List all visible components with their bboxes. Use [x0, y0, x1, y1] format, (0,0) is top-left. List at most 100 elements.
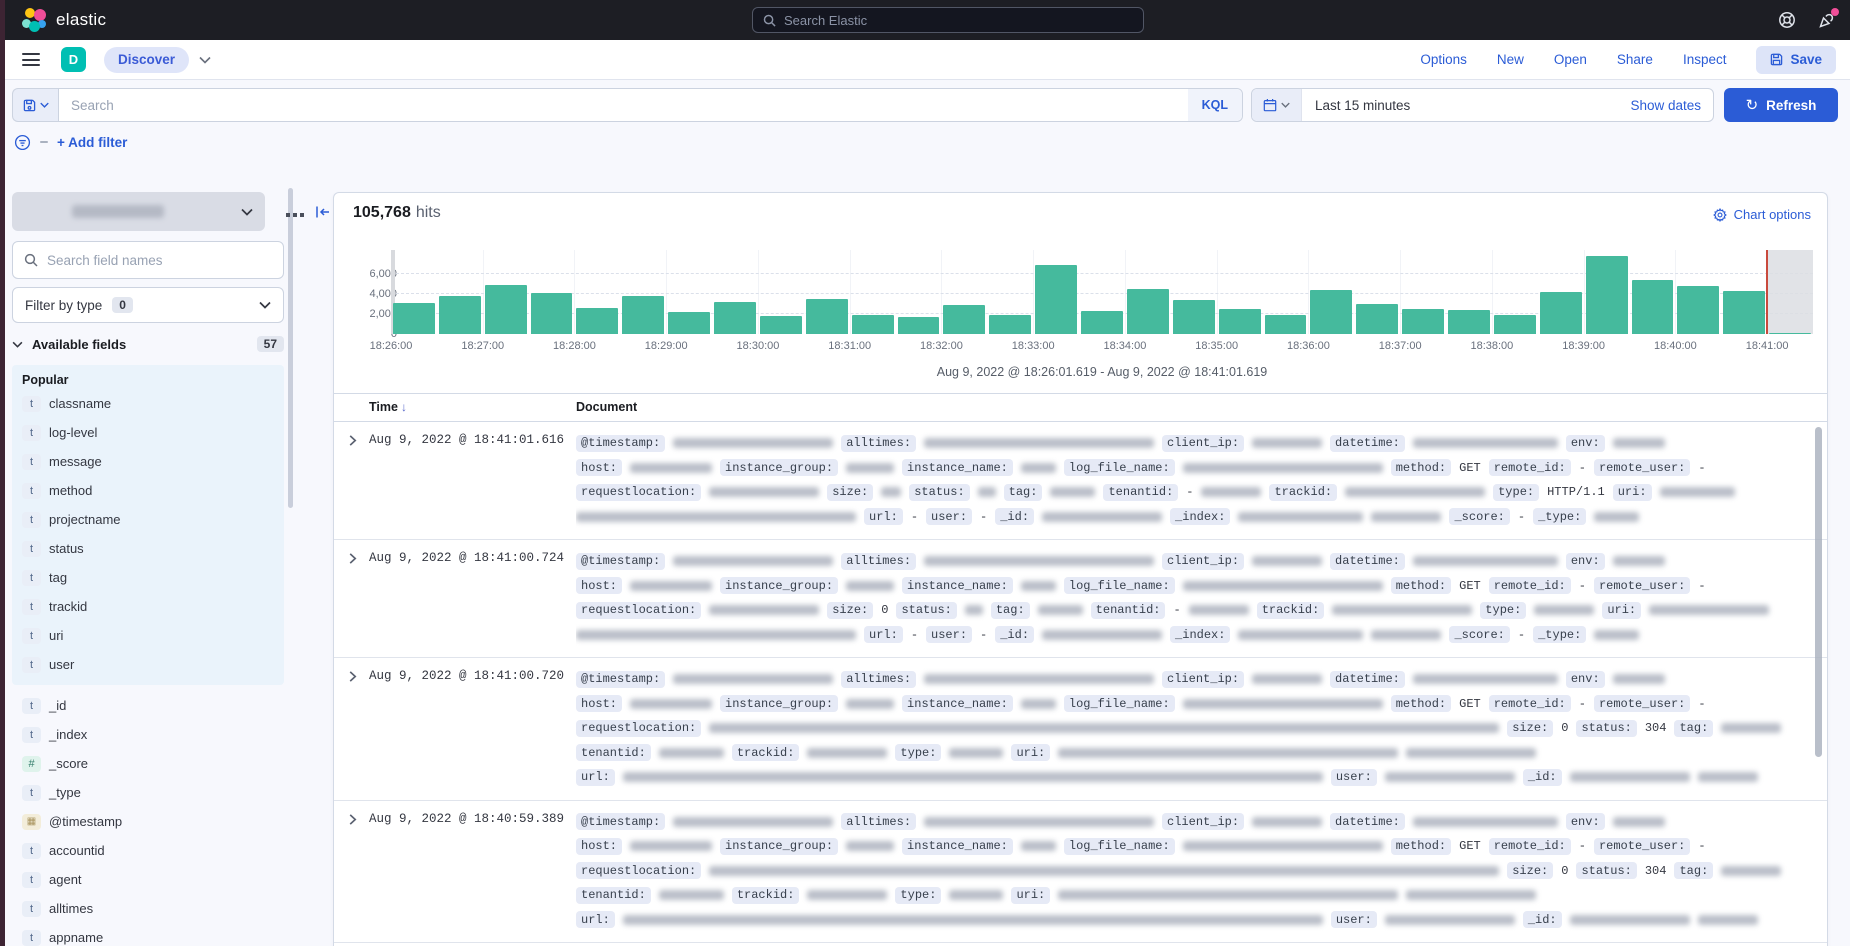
histogram-bar[interactable] [852, 315, 894, 334]
field-item-status[interactable]: tstatus [12, 534, 284, 563]
field-chip: tag: [991, 602, 1030, 619]
add-filter-button[interactable]: + Add filter [57, 135, 127, 150]
histogram-bar[interactable] [989, 315, 1031, 335]
histogram-bar[interactable] [1632, 280, 1674, 334]
histogram-bar[interactable] [1494, 315, 1536, 334]
histogram-bar[interactable] [393, 303, 435, 334]
histogram-bar[interactable] [1035, 265, 1077, 334]
field-chip: instance_group: [720, 577, 838, 594]
field-item-alltimes[interactable]: talltimes [12, 894, 296, 923]
histogram-bar[interactable] [622, 296, 664, 334]
histogram-bar[interactable] [1356, 304, 1398, 334]
show-dates-button[interactable]: Show dates [1630, 98, 1713, 113]
field-item-_score[interactable]: #_score [12, 749, 296, 778]
chart-options-button[interactable]: Chart options [1713, 207, 1811, 222]
filter-menu-icon[interactable] [14, 134, 31, 151]
field-chip: host: [576, 459, 622, 476]
share-button[interactable]: Share [1617, 52, 1653, 67]
redacted-value [1252, 556, 1322, 566]
elastic-logo-icon[interactable] [21, 7, 47, 33]
histogram-bar[interactable] [1586, 256, 1628, 334]
field-name: _id [49, 698, 66, 713]
kql-language-button[interactable]: KQL [1188, 89, 1242, 121]
field-item-user[interactable]: tuser [12, 650, 284, 679]
histogram-bar[interactable] [898, 317, 940, 334]
expand-row-icon[interactable] [347, 553, 358, 564]
field-item-accountid[interactable]: taccountid [12, 836, 296, 865]
histogram-bar[interactable] [806, 299, 848, 334]
field-item-message[interactable]: tmessage [12, 447, 284, 476]
histogram-bar[interactable] [1677, 286, 1719, 334]
expand-row-icon[interactable] [347, 814, 358, 825]
breadcrumb[interactable]: Discover [104, 47, 189, 73]
redacted-value [1721, 866, 1781, 876]
query-search-input[interactable]: Search KQL [58, 88, 1243, 122]
saved-query-menu-button[interactable] [12, 88, 58, 122]
inspect-button[interactable]: Inspect [1683, 52, 1727, 67]
histogram-bar[interactable] [668, 312, 710, 335]
time-range-value[interactable]: Last 15 minutes [1302, 98, 1630, 113]
x-axis-tick-label: 18:36:00 [1287, 340, 1330, 352]
new-button[interactable]: New [1497, 52, 1524, 67]
options-button[interactable]: Options [1420, 52, 1467, 67]
histogram-bar[interactable] [1081, 311, 1123, 335]
histogram-bar[interactable] [1265, 315, 1307, 334]
field-item-_id[interactable]: t_id [12, 691, 296, 720]
more-options-icon[interactable] [286, 204, 304, 220]
available-fields-header[interactable]: Available fields 57 [12, 336, 284, 352]
histogram-bar[interactable] [576, 308, 618, 334]
histogram-bar[interactable] [1769, 333, 1811, 335]
global-search-input[interactable]: Search Elastic [752, 7, 1144, 33]
histogram-bar[interactable] [1448, 310, 1490, 334]
redacted-value [1649, 605, 1769, 615]
field-item-projectname[interactable]: tprojectname [12, 505, 284, 534]
histogram-bar[interactable] [439, 296, 481, 335]
field-item-uri[interactable]: turi [12, 621, 284, 650]
menu-icon[interactable] [22, 53, 40, 66]
field-item-@timestamp[interactable]: ▦@timestamp [12, 807, 296, 836]
histogram-bar[interactable] [1127, 289, 1169, 335]
histogram-plot[interactable] [391, 250, 1813, 334]
field-item-classname[interactable]: tclassname [12, 389, 284, 418]
histogram-bar[interactable] [485, 285, 527, 335]
announcements-icon[interactable] [1818, 11, 1836, 29]
field-item-log-level[interactable]: tlog-level [12, 418, 284, 447]
save-button[interactable]: Save [1756, 46, 1836, 74]
histogram-bar[interactable] [1310, 290, 1352, 335]
field-item-method[interactable]: tmethod [12, 476, 284, 505]
app-badge[interactable]: D [61, 47, 86, 72]
table-header: Time↓ Document [334, 393, 1827, 422]
chevron-down-icon[interactable] [199, 56, 211, 64]
histogram-bar[interactable] [714, 302, 756, 335]
field-search-input[interactable]: Search field names [12, 241, 284, 279]
time-column-header[interactable]: Time↓ [369, 400, 407, 414]
histogram-bar[interactable] [1540, 292, 1582, 334]
expand-row-icon[interactable] [347, 671, 358, 682]
histogram-bar[interactable] [1219, 309, 1261, 335]
histogram-bar[interactable] [1173, 300, 1215, 335]
histogram-bar[interactable] [943, 305, 985, 334]
index-pattern-selector[interactable] [12, 192, 265, 231]
histogram-bar[interactable] [531, 293, 573, 335]
field-item-appname[interactable]: tappname [12, 923, 296, 946]
collapse-sidebar-icon[interactable] [315, 204, 331, 220]
field-item-tag[interactable]: ttag [12, 563, 284, 592]
histogram-bar[interactable] [760, 316, 802, 335]
histogram-bar[interactable] [1402, 309, 1444, 334]
quick-select-menu-button[interactable] [1252, 89, 1302, 121]
filter-by-type-select[interactable]: Filter by type 0 [12, 287, 284, 323]
field-item-agent[interactable]: tagent [12, 865, 296, 894]
field-item-_index[interactable]: t_index [12, 720, 296, 749]
field-item-_type[interactable]: t_type [12, 778, 296, 807]
redacted-value [709, 866, 1499, 876]
field-item-trackid[interactable]: ttrackid [12, 592, 284, 621]
field-chip: requestlocation: [576, 720, 701, 737]
histogram-bar[interactable] [1723, 291, 1765, 334]
refresh-button[interactable]: ↻ Refresh [1724, 88, 1838, 122]
help-icon[interactable] [1778, 11, 1796, 29]
table-scrollbar[interactable] [1815, 427, 1822, 757]
open-button[interactable]: Open [1554, 52, 1587, 67]
sort-descending-icon: ↓ [401, 400, 407, 414]
expand-row-icon[interactable] [347, 435, 358, 446]
redacted-value [1660, 487, 1735, 497]
